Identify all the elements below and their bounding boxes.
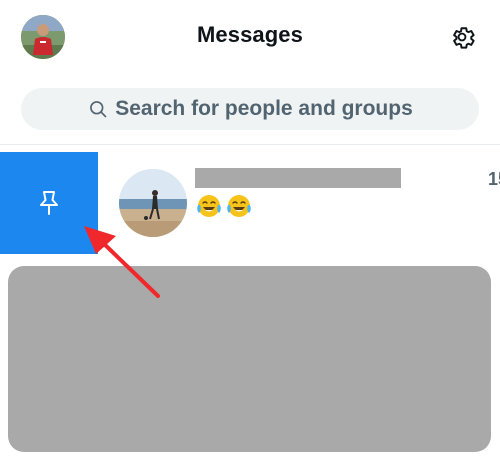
pin-icon bbox=[40, 191, 58, 215]
settings-button[interactable] bbox=[446, 21, 478, 53]
search-placeholder: Search for people and groups bbox=[115, 97, 413, 120]
page-title: Messages bbox=[197, 22, 303, 47]
search-input[interactable]: Search for people and groups bbox=[21, 88, 479, 130]
search-icon bbox=[87, 98, 109, 120]
conversation-avatar[interactable] bbox=[119, 169, 187, 237]
pin-conversation-button[interactable] bbox=[0, 152, 98, 254]
beach-photo-icon bbox=[119, 169, 187, 237]
contact-name-redacted bbox=[195, 168, 401, 188]
face-with-tears-of-joy-icon bbox=[226, 193, 252, 219]
redacted-conversation-block bbox=[8, 266, 491, 452]
gear-icon bbox=[453, 27, 475, 49]
conversation-timestamp: 15 bbox=[488, 169, 500, 189]
face-with-tears-of-joy-icon bbox=[196, 193, 222, 219]
divider bbox=[0, 144, 500, 145]
conversation-item[interactable]: 15 bbox=[98, 152, 500, 254]
messages-screen: Messages Search for people and groups 1 bbox=[0, 0, 500, 464]
